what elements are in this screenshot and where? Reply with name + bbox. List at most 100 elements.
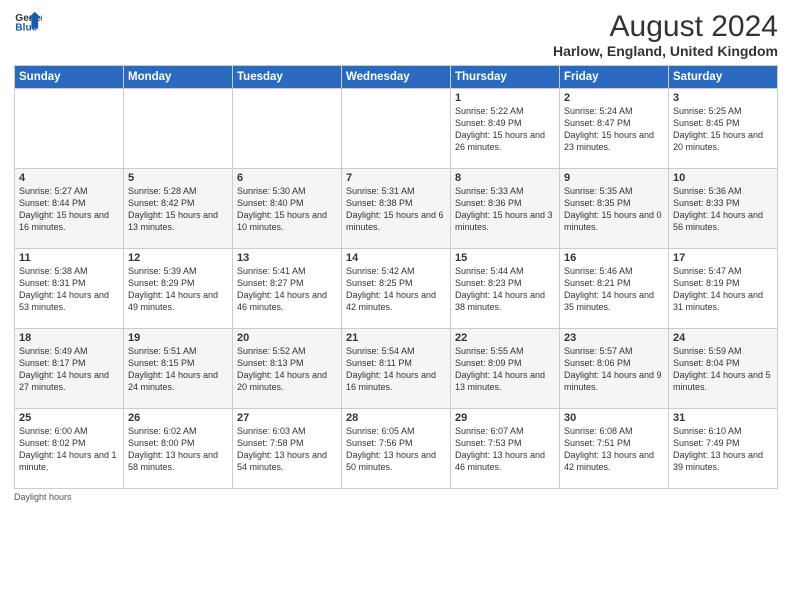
date-number: 24 (673, 332, 773, 344)
date-number: 6 (237, 172, 337, 184)
calendar-cell: 15Sunrise: 5:44 AMSunset: 8:23 PMDayligh… (451, 249, 560, 329)
calendar-cell: 25Sunrise: 6:00 AMSunset: 8:02 PMDayligh… (15, 409, 124, 489)
calendar-cell (15, 89, 124, 169)
cell-info: Sunrise: 5:49 AMSunset: 8:17 PMDaylight:… (19, 345, 119, 394)
cell-info: Sunrise: 5:27 AMSunset: 8:44 PMDaylight:… (19, 185, 119, 234)
week-row-4: 18Sunrise: 5:49 AMSunset: 8:17 PMDayligh… (15, 329, 778, 409)
calendar-cell: 17Sunrise: 5:47 AMSunset: 8:19 PMDayligh… (669, 249, 778, 329)
logo-icon: General Blue (14, 10, 42, 32)
calendar-container: General Blue August 2024 Harlow, England… (0, 0, 792, 508)
cell-info: Sunrise: 6:05 AMSunset: 7:56 PMDaylight:… (346, 425, 446, 474)
calendar-cell: 5Sunrise: 5:28 AMSunset: 8:42 PMDaylight… (124, 169, 233, 249)
calendar-cell: 8Sunrise: 5:33 AMSunset: 8:36 PMDaylight… (451, 169, 560, 249)
calendar-cell: 2Sunrise: 5:24 AMSunset: 8:47 PMDaylight… (560, 89, 669, 169)
calendar-cell: 28Sunrise: 6:05 AMSunset: 7:56 PMDayligh… (342, 409, 451, 489)
calendar-cell: 26Sunrise: 6:02 AMSunset: 8:00 PMDayligh… (124, 409, 233, 489)
calendar-cell (342, 89, 451, 169)
date-number: 30 (564, 412, 664, 424)
date-number: 16 (564, 252, 664, 264)
date-number: 26 (128, 412, 228, 424)
date-number: 2 (564, 92, 664, 104)
cell-info: Sunrise: 6:02 AMSunset: 8:00 PMDaylight:… (128, 425, 228, 474)
col-monday: Monday (124, 66, 233, 89)
calendar-cell: 1Sunrise: 5:22 AMSunset: 8:49 PMDaylight… (451, 89, 560, 169)
calendar-cell: 4Sunrise: 5:27 AMSunset: 8:44 PMDaylight… (15, 169, 124, 249)
cell-info: Sunrise: 6:03 AMSunset: 7:58 PMDaylight:… (237, 425, 337, 474)
cell-info: Sunrise: 5:30 AMSunset: 8:40 PMDaylight:… (237, 185, 337, 234)
cell-info: Sunrise: 5:46 AMSunset: 8:21 PMDaylight:… (564, 265, 664, 314)
calendar-cell: 11Sunrise: 5:38 AMSunset: 8:31 PMDayligh… (15, 249, 124, 329)
cell-info: Sunrise: 6:08 AMSunset: 7:51 PMDaylight:… (564, 425, 664, 474)
date-number: 8 (455, 172, 555, 184)
date-number: 1 (455, 92, 555, 104)
date-number: 13 (237, 252, 337, 264)
footer-note: Daylight hours (14, 492, 778, 502)
date-number: 12 (128, 252, 228, 264)
col-saturday: Saturday (669, 66, 778, 89)
location: Harlow, England, United Kingdom (553, 43, 778, 59)
calendar-cell: 10Sunrise: 5:36 AMSunset: 8:33 PMDayligh… (669, 169, 778, 249)
cell-info: Sunrise: 5:52 AMSunset: 8:13 PMDaylight:… (237, 345, 337, 394)
cell-info: Sunrise: 5:51 AMSunset: 8:15 PMDaylight:… (128, 345, 228, 394)
week-row-3: 11Sunrise: 5:38 AMSunset: 8:31 PMDayligh… (15, 249, 778, 329)
date-number: 31 (673, 412, 773, 424)
calendar-cell (233, 89, 342, 169)
cell-info: Sunrise: 6:10 AMSunset: 7:49 PMDaylight:… (673, 425, 773, 474)
calendar-cell: 20Sunrise: 5:52 AMSunset: 8:13 PMDayligh… (233, 329, 342, 409)
calendar-cell: 27Sunrise: 6:03 AMSunset: 7:58 PMDayligh… (233, 409, 342, 489)
cell-info: Sunrise: 5:28 AMSunset: 8:42 PMDaylight:… (128, 185, 228, 234)
calendar-cell: 19Sunrise: 5:51 AMSunset: 8:15 PMDayligh… (124, 329, 233, 409)
col-friday: Friday (560, 66, 669, 89)
cell-info: Sunrise: 5:41 AMSunset: 8:27 PMDaylight:… (237, 265, 337, 314)
cell-info: Sunrise: 5:25 AMSunset: 8:45 PMDaylight:… (673, 105, 773, 154)
col-thursday: Thursday (451, 66, 560, 89)
cell-info: Sunrise: 5:35 AMSunset: 8:35 PMDaylight:… (564, 185, 664, 234)
calendar-cell: 7Sunrise: 5:31 AMSunset: 8:38 PMDaylight… (342, 169, 451, 249)
title-block: August 2024 Harlow, England, United King… (553, 10, 778, 59)
calendar-cell: 6Sunrise: 5:30 AMSunset: 8:40 PMDaylight… (233, 169, 342, 249)
week-row-5: 25Sunrise: 6:00 AMSunset: 8:02 PMDayligh… (15, 409, 778, 489)
date-number: 14 (346, 252, 446, 264)
date-number: 18 (19, 332, 119, 344)
calendar-cell: 21Sunrise: 5:54 AMSunset: 8:11 PMDayligh… (342, 329, 451, 409)
cell-info: Sunrise: 6:07 AMSunset: 7:53 PMDaylight:… (455, 425, 555, 474)
date-number: 29 (455, 412, 555, 424)
logo: General Blue (14, 10, 42, 32)
date-number: 5 (128, 172, 228, 184)
date-number: 25 (19, 412, 119, 424)
cell-info: Sunrise: 6:00 AMSunset: 8:02 PMDaylight:… (19, 425, 119, 474)
cell-info: Sunrise: 5:24 AMSunset: 8:47 PMDaylight:… (564, 105, 664, 154)
calendar-cell (124, 89, 233, 169)
date-number: 20 (237, 332, 337, 344)
date-number: 15 (455, 252, 555, 264)
calendar-cell: 16Sunrise: 5:46 AMSunset: 8:21 PMDayligh… (560, 249, 669, 329)
cell-info: Sunrise: 5:31 AMSunset: 8:38 PMDaylight:… (346, 185, 446, 234)
col-wednesday: Wednesday (342, 66, 451, 89)
calendar-table: Sunday Monday Tuesday Wednesday Thursday… (14, 65, 778, 489)
header-row: General Blue August 2024 Harlow, England… (14, 10, 778, 59)
calendar-cell: 13Sunrise: 5:41 AMSunset: 8:27 PMDayligh… (233, 249, 342, 329)
month-year: August 2024 (553, 10, 778, 43)
date-number: 7 (346, 172, 446, 184)
date-number: 28 (346, 412, 446, 424)
date-number: 10 (673, 172, 773, 184)
header-row-days: Sunday Monday Tuesday Wednesday Thursday… (15, 66, 778, 89)
week-row-1: 1Sunrise: 5:22 AMSunset: 8:49 PMDaylight… (15, 89, 778, 169)
cell-info: Sunrise: 5:39 AMSunset: 8:29 PMDaylight:… (128, 265, 228, 314)
cell-info: Sunrise: 5:42 AMSunset: 8:25 PMDaylight:… (346, 265, 446, 314)
date-number: 27 (237, 412, 337, 424)
col-tuesday: Tuesday (233, 66, 342, 89)
date-number: 21 (346, 332, 446, 344)
cell-info: Sunrise: 5:59 AMSunset: 8:04 PMDaylight:… (673, 345, 773, 394)
calendar-cell: 12Sunrise: 5:39 AMSunset: 8:29 PMDayligh… (124, 249, 233, 329)
date-number: 23 (564, 332, 664, 344)
date-number: 17 (673, 252, 773, 264)
cell-info: Sunrise: 5:55 AMSunset: 8:09 PMDaylight:… (455, 345, 555, 394)
calendar-cell: 22Sunrise: 5:55 AMSunset: 8:09 PMDayligh… (451, 329, 560, 409)
calendar-cell: 14Sunrise: 5:42 AMSunset: 8:25 PMDayligh… (342, 249, 451, 329)
date-number: 4 (19, 172, 119, 184)
cell-info: Sunrise: 5:44 AMSunset: 8:23 PMDaylight:… (455, 265, 555, 314)
calendar-cell: 23Sunrise: 5:57 AMSunset: 8:06 PMDayligh… (560, 329, 669, 409)
calendar-cell: 18Sunrise: 5:49 AMSunset: 8:17 PMDayligh… (15, 329, 124, 409)
cell-info: Sunrise: 5:57 AMSunset: 8:06 PMDaylight:… (564, 345, 664, 394)
